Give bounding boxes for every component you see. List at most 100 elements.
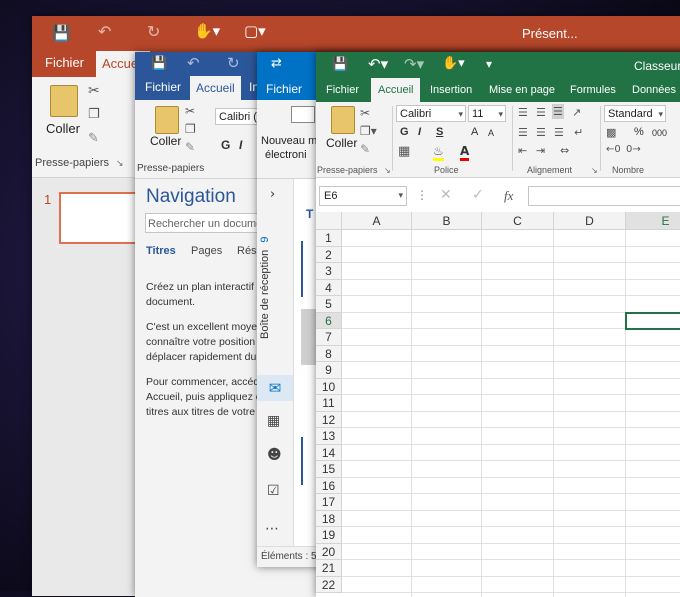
font-name-combo[interactable]: Calibri xyxy=(396,105,466,123)
send-receive-icon[interactable]: ⇄ xyxy=(271,56,282,71)
column-header-b[interactable]: B xyxy=(412,212,482,230)
shrink-font-button[interactable]: A xyxy=(488,128,494,138)
mail-icon[interactable]: ✉ xyxy=(257,375,293,401)
selected-cell[interactable] xyxy=(625,311,680,330)
tab-insertion[interactable]: Insertion xyxy=(430,78,472,102)
formula-input[interactable] xyxy=(528,186,680,206)
font-size-combo[interactable]: 11 xyxy=(468,105,506,123)
row-header-12[interactable]: 12 xyxy=(316,411,342,428)
dialog-launcher-icon[interactable]: ↘ xyxy=(384,166,391,175)
row-header-2[interactable]: 2 xyxy=(316,246,342,263)
merge-center-icon[interactable]: ⇔ xyxy=(560,144,569,157)
nav-tab-pages[interactable]: Pages xyxy=(191,245,222,257)
grow-font-button[interactable]: A xyxy=(471,126,478,138)
undo-icon[interactable]: ↶ xyxy=(98,22,111,41)
row-header-1[interactable]: 1 xyxy=(316,230,342,247)
percent-button[interactable]: % xyxy=(634,126,644,138)
format-painter-icon[interactable]: ✎ xyxy=(88,131,99,146)
dialog-launcher-icon[interactable]: ↘ xyxy=(116,159,124,169)
shape-icon[interactable]: ▢▾ xyxy=(244,22,266,40)
save-icon[interactable]: 💾 xyxy=(151,56,167,71)
row-header-3[interactable]: 3 xyxy=(316,263,342,280)
row-header-6[interactable]: 6 xyxy=(316,312,342,329)
paste-button[interactable]: Coller xyxy=(150,134,181,148)
tab-accueil[interactable]: Accueil xyxy=(190,76,241,100)
cut-icon[interactable]: ✂ xyxy=(360,106,370,120)
save-icon[interactable]: 💾 xyxy=(332,57,348,72)
nav-tab-titres[interactable]: Titres xyxy=(146,245,176,257)
row-header-8[interactable]: 8 xyxy=(316,345,342,362)
italic-button[interactable]: I xyxy=(418,126,421,138)
worksheet-grid[interactable]: A B C D E 1 2 3 4 5 6 7 8 9 10 11 12 13 14 15 16 17 18 19 20 21 22 xyxy=(316,212,680,597)
paste-icon[interactable] xyxy=(50,85,78,117)
redo-icon[interactable]: ↻ xyxy=(147,22,160,41)
currency-icon[interactable]: ▩ xyxy=(606,126,616,139)
increase-decimal-icon[interactable]: ←0 xyxy=(606,144,621,155)
font-color-icon[interactable]: A xyxy=(460,144,470,161)
select-all-corner[interactable] xyxy=(316,212,342,230)
row-header-13[interactable]: 13 xyxy=(316,428,342,445)
row-header-21[interactable]: 21 xyxy=(316,560,342,577)
new-email-label-2[interactable]: électroni xyxy=(265,149,307,161)
redo-icon[interactable]: ↷▾ xyxy=(404,55,424,73)
column-header-a[interactable]: A xyxy=(342,212,412,230)
tab-fichier[interactable]: Fichier xyxy=(45,55,84,70)
name-box-dropdown-icon[interactable]: ▾ xyxy=(398,187,403,205)
tab-mise-en-page[interactable]: Mise en page xyxy=(489,78,555,102)
bold-button[interactable]: G xyxy=(221,138,230,152)
copy-icon[interactable]: ❐ xyxy=(88,107,100,122)
italic-button[interactable]: I xyxy=(239,138,242,152)
inbox-folder-label[interactable]: Boîte de réception 9 xyxy=(259,237,273,339)
fill-color-icon[interactable]: ♨ xyxy=(433,144,444,161)
undo-icon[interactable]: ↶▾ xyxy=(368,55,388,73)
column-header-d[interactable]: D xyxy=(554,212,626,230)
cut-icon[interactable]: ✂ xyxy=(185,104,195,118)
copy-icon[interactable]: ❐ xyxy=(185,122,196,136)
more-options-icon[interactable]: ⋮ xyxy=(416,188,428,202)
tab-fichier[interactable]: Fichier xyxy=(326,78,359,102)
dialog-launcher-icon[interactable]: ↘ xyxy=(591,166,598,175)
undo-icon[interactable]: ↶ xyxy=(187,54,200,72)
format-painter-icon[interactable]: ✎ xyxy=(360,142,370,156)
row-header-18[interactable]: 18 xyxy=(316,510,342,527)
tab-fichier[interactable]: Fichier xyxy=(266,82,302,96)
row-header-19[interactable]: 19 xyxy=(316,527,342,544)
tasks-icon[interactable]: ☑ xyxy=(267,483,280,499)
row-header-5[interactable]: 5 xyxy=(316,296,342,313)
align-bottom-icon[interactable]: ☰ xyxy=(552,104,564,119)
row-header-9[interactable]: 9 xyxy=(316,362,342,379)
redo-icon[interactable]: ↻ xyxy=(227,54,240,72)
align-left-icon[interactable]: ☰ xyxy=(518,126,528,139)
row-header-14[interactable]: 14 xyxy=(316,444,342,461)
touch-mode-icon[interactable]: ✋▾ xyxy=(194,22,220,40)
column-header-c[interactable]: C xyxy=(482,212,554,230)
format-painter-icon[interactable]: ✎ xyxy=(185,140,195,154)
cancel-icon[interactable]: ✕ xyxy=(440,187,452,203)
enter-icon[interactable]: ✓ xyxy=(472,187,484,203)
paste-button[interactable]: Coller xyxy=(46,121,80,136)
row-header-10[interactable]: 10 xyxy=(316,378,342,395)
expand-chevron-icon[interactable]: › xyxy=(270,187,275,202)
row-header-20[interactable]: 20 xyxy=(316,543,342,560)
align-top-icon[interactable]: ☰ xyxy=(518,106,528,119)
borders-icon[interactable]: ▦ xyxy=(398,144,410,159)
row-header-11[interactable]: 11 xyxy=(316,395,342,412)
cut-icon[interactable]: ✂ xyxy=(88,83,100,99)
touch-mode-icon[interactable]: ✋▾ xyxy=(442,56,465,71)
more-icon[interactable]: ⋯ xyxy=(265,521,279,537)
insert-function-button[interactable]: fx xyxy=(504,188,513,204)
new-email-label-1[interactable]: Nouveau me xyxy=(261,135,323,147)
people-icon[interactable]: ☻ xyxy=(267,447,282,463)
customize-qat-icon[interactable]: ▾ xyxy=(486,57,492,71)
underline-button[interactable]: S xyxy=(436,126,443,138)
align-middle-icon[interactable]: ☰ xyxy=(536,106,546,119)
row-header-17[interactable]: 17 xyxy=(316,494,342,511)
tab-donnees[interactable]: Données xyxy=(632,78,676,102)
tab-formules[interactable]: Formules xyxy=(570,78,616,102)
paste-icon[interactable] xyxy=(331,106,355,134)
column-header-e[interactable]: E xyxy=(626,212,680,230)
nav-tab-resultats[interactable]: Rés xyxy=(237,245,257,257)
increase-indent-icon[interactable]: ⇥ xyxy=(536,144,545,157)
name-box[interactable]: E6 ▾ xyxy=(319,186,407,206)
wrap-text-icon[interactable]: ↵ xyxy=(574,126,583,139)
